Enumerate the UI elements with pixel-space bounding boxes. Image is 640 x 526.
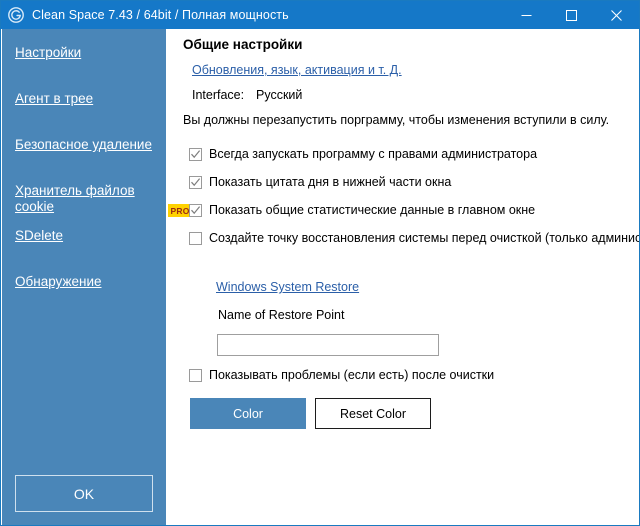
maximize-icon <box>566 10 577 21</box>
restore-point-name-input[interactable] <box>217 334 439 356</box>
sidebar-item-cookie-keeper[interactable]: Хранитель файлов cookie <box>15 183 135 215</box>
sidebar: Настройки Агент в трее Безопасное удален… <box>2 29 166 526</box>
main-panel: Общие настройки Обновления, язык, актива… <box>166 29 639 526</box>
checkbox-checked-icon[interactable] <box>189 148 202 161</box>
checkbox-row-show-problems-after-clean[interactable]: Показывать проблемы (если есть) после оч… <box>189 368 494 383</box>
checkbox-label: Показать общие статистические данные в г… <box>209 203 535 218</box>
interface-value[interactable]: Русский <box>256 88 302 102</box>
sidebar-item-detection[interactable]: Обнаружение <box>15 274 102 290</box>
restore-point-name-label: Name of Restore Point <box>218 308 344 322</box>
minimize-icon <box>521 10 532 21</box>
checkbox-unchecked-icon[interactable] <box>189 369 202 382</box>
checkbox-checked-icon[interactable] <box>189 176 202 189</box>
checkbox-row-create-restore-point[interactable]: Создайте точку восстановления системы пе… <box>189 231 639 246</box>
color-button[interactable]: Color <box>190 398 306 429</box>
checkbox-row-run-as-admin[interactable]: Всегда запускать программу с правами адм… <box>189 147 537 162</box>
maximize-button[interactable] <box>549 1 594 29</box>
checkbox-label: Создайте точку восстановления системы пе… <box>209 231 639 246</box>
checkbox-label: Всегда запускать программу с правами адм… <box>209 147 537 162</box>
app-window: Clean Space 7.43 / 64bit / Полная мощнос… <box>0 0 640 526</box>
windows-system-restore-link[interactable]: Windows System Restore <box>216 280 359 294</box>
reset-color-button[interactable]: Reset Color <box>315 398 431 429</box>
ok-button[interactable]: OK <box>15 475 153 512</box>
interface-label: Interface: <box>192 88 244 102</box>
sidebar-item-tray-agent[interactable]: Агент в трее <box>15 91 93 107</box>
checkbox-label: Показать цитата дня в нижней части окна <box>209 175 451 190</box>
minimize-button[interactable] <box>504 1 549 29</box>
checkbox-row-show-quote-of-day[interactable]: Показать цитата дня в нижней части окна <box>189 175 451 190</box>
title-bar: Clean Space 7.43 / 64bit / Полная мощнос… <box>1 1 639 29</box>
restart-required-note: Вы должны перезапустить порграмму, чтобы… <box>183 113 609 127</box>
checkbox-unchecked-icon[interactable] <box>189 232 202 245</box>
window-title: Clean Space 7.43 / 64bit / Полная мощнос… <box>32 8 289 22</box>
checkbox-checked-icon[interactable] <box>189 204 202 217</box>
page-title: Общие настройки <box>183 37 302 52</box>
checkbox-label: Показывать проблемы (если есть) после оч… <box>209 368 494 383</box>
updates-language-activation-link[interactable]: Обновления, язык, активация и т. Д. <box>192 63 402 77</box>
sidebar-item-secure-delete[interactable]: Безопасное удаление <box>15 137 152 153</box>
close-icon <box>611 10 622 21</box>
cleanspace-logo-icon <box>8 7 24 23</box>
checkbox-row-show-statistics[interactable]: Показать общие статистические данные в г… <box>189 203 535 218</box>
close-button[interactable] <box>594 1 639 29</box>
sidebar-item-sdelete[interactable]: SDelete <box>15 228 63 244</box>
sidebar-item-settings[interactable]: Настройки <box>15 45 81 61</box>
